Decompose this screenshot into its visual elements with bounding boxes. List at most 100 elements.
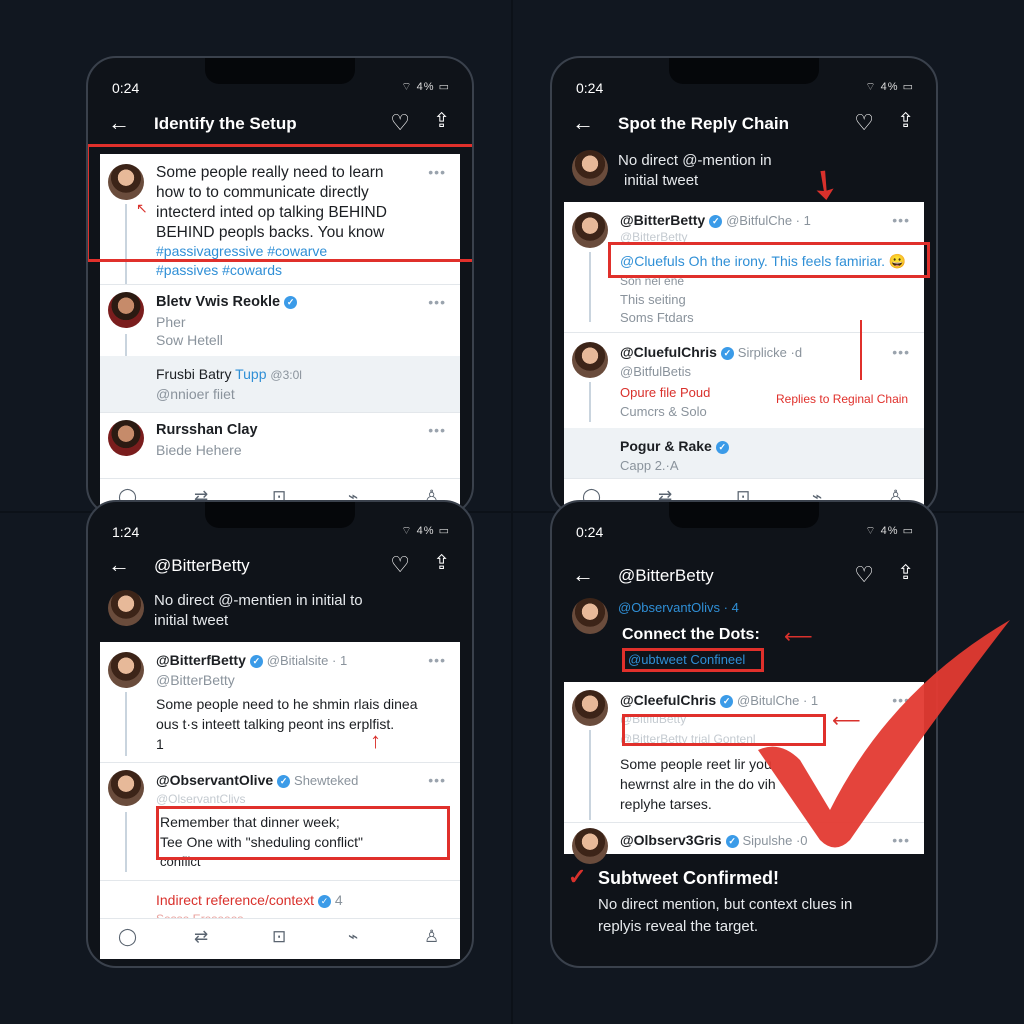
avatar[interactable] [108, 652, 144, 688]
avatar[interactable] [108, 292, 144, 328]
more-icon[interactable]: ••• [428, 652, 446, 668]
heart-icon[interactable]: ♡ [390, 110, 410, 136]
highlight-box [608, 242, 930, 278]
verified-icon: ✓ [277, 775, 291, 788]
inbox-icon[interactable]: ⊡ [272, 927, 286, 947]
back-arrow-icon[interactable]: ← [572, 562, 594, 588]
status-icons: ⌔ 4% ▭ [865, 81, 914, 93]
tweet-text: 1 [156, 736, 164, 752]
back-arrow-icon[interactable]: ← [572, 110, 594, 136]
highlight-box [88, 144, 472, 262]
phone-bitterbetty-thread: 1:24 ⌔ 4% ▭ ← @BitterBetty ♡ ⇪ No direct… [86, 500, 474, 968]
tweet-text: replyhe tarses. [620, 796, 712, 812]
handle-text: Shewteked [294, 773, 359, 788]
share-icon[interactable]: ⇪ [433, 550, 450, 575]
share-icon[interactable]: ⇪ [897, 560, 914, 585]
tweet-text: Sow Hetell [156, 332, 223, 348]
annotation-text: Replies to Reginal Chain [776, 392, 909, 406]
avatar[interactable] [572, 828, 608, 864]
stats-icon[interactable]: ⌁ [348, 927, 358, 947]
handle-text: @BitfulBetis [620, 364, 691, 379]
phone-spot-reply-chain: 0:24 ⌔ 4% ▭ ← Spot the Reply Chain ♡ ⇪ N… [550, 56, 938, 516]
heart-icon[interactable]: ♡ [390, 552, 410, 578]
status-time: 0:24 [112, 80, 140, 96]
author-name-text: @Olbserv3Gris [620, 832, 722, 848]
checkmark-icon: ✓ [568, 864, 587, 889]
tweet-author-name: Rursshan Clay [156, 422, 258, 438]
handle-text: @BitfulChe · 1 [726, 213, 811, 228]
more-icon[interactable]: ••• [428, 294, 446, 310]
tweet-text: Opure file Poud [620, 385, 711, 400]
tweet-text: ous t·s inteett talking peont ins erplfi… [156, 716, 395, 732]
avatar[interactable] [108, 590, 144, 626]
more-icon[interactable]: ••• [428, 422, 446, 438]
hashtag-link[interactable]: #passives #cowards [156, 262, 282, 278]
tweet-text: Pher [156, 314, 186, 330]
intro-text: No direct @-mention in [618, 152, 772, 169]
intro-text: initial tweet [624, 172, 699, 189]
nav-bar: ← @BitterBetty ♡ ⇪ [88, 546, 472, 590]
verified-icon: ✓ [284, 296, 298, 309]
status-icons: ⌔ 4% ▭ [401, 81, 450, 93]
tweet-text: Biede Hehere [156, 442, 242, 458]
profile-icon[interactable]: ♙ [424, 927, 439, 947]
list-item-bg [100, 356, 460, 412]
tweet-author-line: Frusbi Batry Tupp @3:0l [156, 366, 302, 382]
avatar[interactable] [572, 342, 608, 378]
verdict-body: No direct mention, but context clues in [598, 896, 853, 913]
reference-line: Indirect reference/context ✓ 4 [156, 892, 343, 908]
thread-line [125, 692, 127, 756]
reply-icon[interactable]: ◯ [118, 927, 137, 947]
tweet-text: Cumcrs & Solo [620, 404, 707, 419]
divider [100, 880, 460, 881]
heart-icon[interactable]: ♡ [854, 562, 874, 588]
phone-identify-setup: 0:24 ⌔ 4% ▭ ← Identify the Setup ♡ ⇪ Som… [86, 56, 474, 516]
handle-text: @BitterBetty [156, 672, 235, 688]
nav-bar: ← Spot the Reply Chain ♡ ⇪ [552, 104, 936, 148]
author-name-text: @BitterfBetty [156, 652, 246, 668]
handle-text: @ObservantOlivs · 4 [618, 600, 739, 615]
more-icon[interactable]: ••• [892, 212, 910, 228]
avatar[interactable] [108, 770, 144, 806]
verified-icon: ✓ [715, 441, 729, 454]
back-arrow-icon[interactable]: ← [108, 110, 130, 136]
author-name-text: @BitterBetty [620, 212, 706, 228]
handle-text: @Bitialsite · 1 [266, 653, 348, 668]
status-bar: 0:24 ⌔ 4% ▭ [552, 58, 936, 110]
timeline: @BitterfBetty ✓ @Bitialsite · 1 @BitterBe… [100, 642, 460, 958]
author-name-text: Bletv Vwis Reokle [156, 294, 281, 310]
more-icon[interactable]: ••• [892, 344, 910, 360]
share-icon[interactable]: ⇪ [433, 108, 450, 133]
reference-text: Indirect reference/context [156, 892, 314, 908]
avatar[interactable] [572, 150, 608, 186]
divider [100, 762, 460, 763]
thread-line [125, 812, 127, 872]
avatar[interactable] [572, 598, 608, 634]
handle-text: Sirplicke ·d [737, 345, 803, 360]
status-time: 0:24 [576, 524, 604, 540]
heart-icon[interactable]: ♡ [854, 110, 874, 136]
more-icon[interactable]: ••• [428, 772, 446, 788]
back-arrow-icon[interactable]: ← [108, 552, 130, 578]
arrow-annotation-icon: ↑ [370, 728, 381, 753]
verified-icon: ✓ [709, 215, 723, 228]
share-icon[interactable]: ⇪ [897, 108, 914, 133]
avatar[interactable] [572, 690, 608, 726]
big-checkmark-icon [758, 620, 1010, 848]
tweet-author-line: @BitterfBetty ✓ @Bitialsite · 1 [156, 652, 347, 668]
author-name-text: Pogur & Rake [620, 438, 712, 454]
retweet-icon[interactable]: ⇄ [194, 927, 208, 947]
tweet-author-name: Bletv Vwis Reokle ✓ [156, 294, 298, 310]
verified-icon: ✓ [720, 347, 734, 360]
status-time: 0:24 [576, 80, 604, 96]
avatar[interactable] [572, 212, 608, 248]
tweet-author-line: Pogur & Rake ✓ [620, 438, 729, 454]
handle-link[interactable]: Tupp [235, 366, 266, 382]
status-time: 1:24 [112, 524, 140, 540]
tweet-text: Some people need to he shmin rlais dinea [156, 696, 418, 712]
divider [100, 284, 460, 285]
verified-icon: ✓ [249, 655, 263, 668]
intro-text: initial tweet [154, 612, 229, 629]
avatar[interactable] [108, 420, 144, 456]
author-name-text: @CluefulChris [620, 344, 717, 360]
